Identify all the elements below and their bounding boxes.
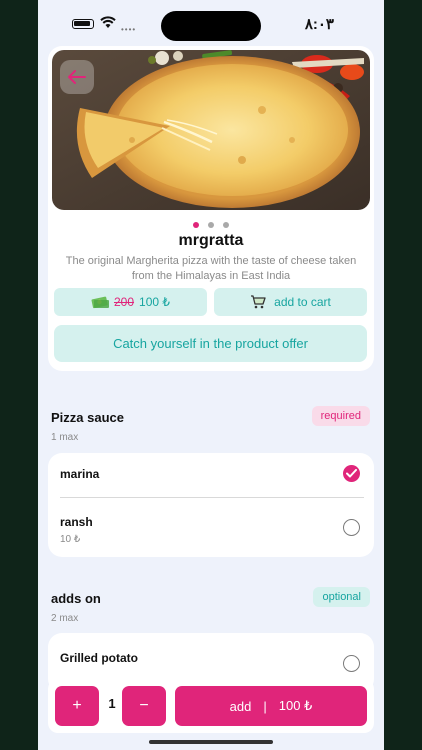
product-image[interactable] bbox=[52, 50, 370, 210]
product-offer-label: Catch yourself in the product offer bbox=[113, 336, 308, 351]
old-price: 200 bbox=[113, 295, 135, 309]
option-name: Grilled potato bbox=[60, 651, 138, 665]
product-description: The original Margherita pizza with the t… bbox=[65, 255, 357, 282]
section-title-adds-on: adds on bbox=[51, 591, 101, 606]
checked-radio-icon[interactable] bbox=[343, 465, 360, 482]
required-badge: required bbox=[311, 406, 370, 426]
carousel-dot[interactable] bbox=[223, 222, 229, 228]
bottom-action-bar: + 1 − add | 100 ₺ bbox=[48, 679, 374, 733]
wifi-icon bbox=[100, 16, 116, 28]
cart-icon bbox=[251, 295, 266, 309]
section-limit: 2 max bbox=[51, 613, 79, 624]
add-total: 100 ₺ bbox=[278, 698, 313, 713]
add-label: add bbox=[229, 698, 252, 714]
optional-badge: optional bbox=[313, 587, 370, 607]
signal-icon: •••• bbox=[121, 25, 137, 34]
carousel-dot[interactable] bbox=[208, 222, 214, 228]
add-to-cart-label: add to cart bbox=[274, 295, 331, 309]
price-pill: 200 100 ₺ bbox=[54, 288, 207, 316]
back-button[interactable] bbox=[60, 60, 94, 94]
arrow-left-icon bbox=[68, 70, 86, 84]
status-time: ٨:٠٣ bbox=[304, 16, 334, 33]
option-marina[interactable]: marina bbox=[48, 453, 374, 498]
add-to-cart-button[interactable]: add to cart bbox=[214, 288, 367, 316]
add-separator: | bbox=[263, 698, 267, 714]
add-button[interactable]: add | 100 ₺ bbox=[175, 686, 367, 726]
option-name: marina bbox=[60, 467, 100, 481]
pizza-image bbox=[52, 50, 370, 210]
increase-quantity-button[interactable]: + bbox=[55, 686, 99, 726]
product-card: mrgratta The original Margherita pizza w… bbox=[48, 46, 374, 371]
carousel-dots bbox=[48, 222, 374, 228]
decrease-quantity-button[interactable]: − bbox=[122, 686, 166, 726]
dynamic-island bbox=[161, 11, 261, 41]
product-name: mrgratta bbox=[178, 232, 244, 249]
current-price: 100 ₺ bbox=[139, 295, 171, 309]
radio-icon[interactable] bbox=[343, 519, 360, 536]
pizza-sauce-options: marina ransh 10 ₺ bbox=[48, 453, 374, 557]
carousel-dot-active[interactable] bbox=[193, 222, 199, 228]
money-icon bbox=[91, 296, 109, 309]
option-name: ransh bbox=[60, 515, 93, 529]
section-limit: 1 max bbox=[51, 432, 79, 443]
battery-icon bbox=[72, 19, 94, 29]
product-offer-button[interactable]: Catch yourself in the product offer bbox=[54, 325, 367, 362]
option-ransh[interactable]: ransh 10 ₺ bbox=[48, 498, 374, 557]
home-indicator[interactable] bbox=[149, 740, 273, 744]
option-price: 10 ₺ bbox=[60, 534, 81, 545]
quantity-value: 1 bbox=[108, 696, 116, 711]
status-bar: •••• ٨:٠٣ bbox=[38, 0, 384, 46]
screen: •••• ٨:٠٣ mrgratta The original Margheri… bbox=[38, 0, 384, 750]
radio-icon[interactable] bbox=[343, 655, 360, 672]
section-title-pizza-sauce: Pizza sauce bbox=[51, 410, 124, 425]
